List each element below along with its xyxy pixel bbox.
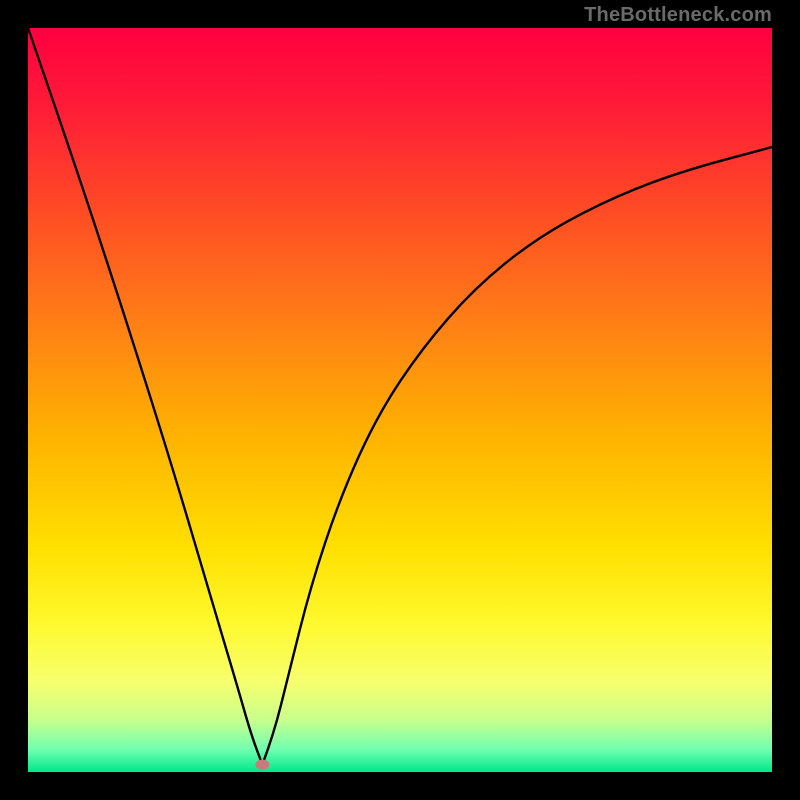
vertex-marker — [255, 760, 269, 770]
gradient-background — [28, 28, 772, 772]
bottleneck-chart — [28, 28, 772, 772]
watermark-text: TheBottleneck.com — [584, 4, 772, 27]
chart-frame — [28, 28, 772, 772]
